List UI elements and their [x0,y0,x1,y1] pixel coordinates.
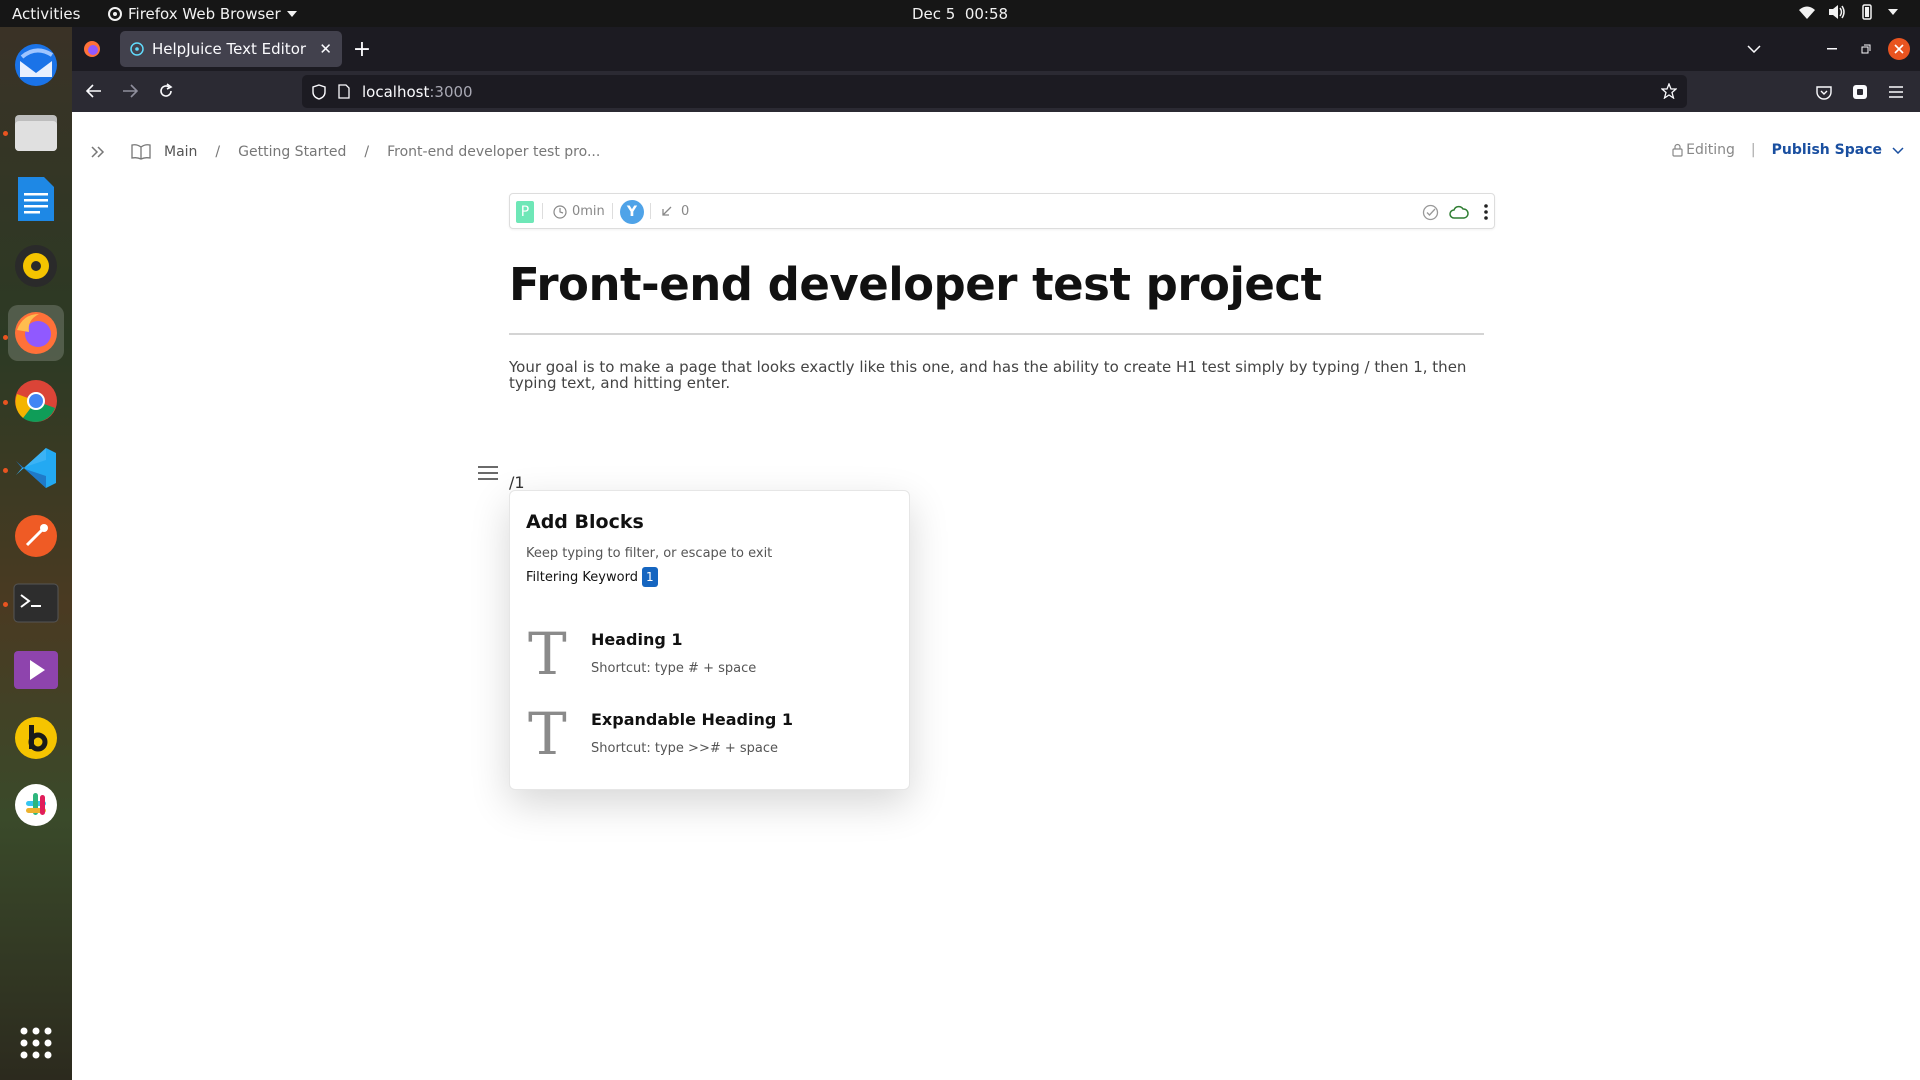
rhythmbox-icon[interactable] [8,238,64,294]
block-option-name: Expandable Heading 1 [591,710,794,729]
backlink-arrow-icon [660,204,674,218]
slack-icon[interactable] [8,777,64,833]
hamburger-menu-icon[interactable] [1886,82,1906,102]
chrome-icon[interactable] [8,373,64,429]
caret-down-icon [1888,9,1898,15]
filter-keyword-badge: 1 [641,567,658,587]
favicon-icon [130,42,144,56]
check-circle-icon[interactable] [1420,202,1440,222]
header-actions: Editing | Publish Space [1670,142,1904,158]
url-host: localhost [362,82,430,101]
nav-bar: localhost:3000 [72,71,1920,112]
clock-button[interactable]: Dec 5 00:58 [912,5,1008,23]
divider [650,203,651,219]
tab-strip: HelpJuice Text Editor ✕ + [72,27,1920,71]
block-option-expandable-heading-1[interactable]: T Expandable Heading 1 Shortcut: type >>… [520,704,900,770]
tab-title: HelpJuice Text Editor [152,40,307,58]
time: 00:58 [964,5,1009,23]
block-option-heading-1[interactable]: T Heading 1 Shortcut: type # + space [520,624,900,690]
breadcrumb-separator: / [215,144,221,160]
vscode-icon[interactable] [8,440,64,496]
actions-divider: | [1750,142,1756,158]
user-avatar[interactable]: Y [620,200,644,224]
editing-status[interactable]: Editing [1686,142,1735,158]
system-tray[interactable] [1799,4,1898,20]
cloud-synced-icon[interactable] [1448,202,1470,222]
add-blocks-menu: Add Blocks Keep typing to filter, or esc… [509,490,910,790]
divider [542,203,543,219]
list-tabs-icon[interactable] [1744,39,1764,59]
divider [612,203,613,219]
page-icon[interactable] [338,84,350,99]
close-window-icon[interactable] [1888,38,1910,60]
writer-icon[interactable] [8,171,64,227]
text-type-icon: T [528,700,567,768]
page-title[interactable]: Front-end developer test project [509,258,1322,311]
firefox-view-icon[interactable] [82,39,102,59]
filter-row: Filtering Keyword 1 [526,567,658,587]
activities-button[interactable]: Activities [12,5,80,23]
forward-icon[interactable] [120,81,140,101]
avatar[interactable]: P [516,201,534,223]
publish-space-button[interactable]: Publish Space [1772,142,1882,158]
url-port: :3000 [429,82,473,101]
drag-handle-icon[interactable] [478,465,498,485]
breadcrumb-current[interactable]: Front-end developer test pro... [387,144,600,160]
wifi-icon [1799,6,1815,19]
backlink-count: 0 [681,204,690,219]
caret-down-icon [286,11,297,17]
document-toolbar: P 0min Y 0 [509,193,1495,229]
book-icon [130,142,152,162]
bitwarden-icon[interactable] [8,710,64,766]
read-time: 0min [572,204,605,219]
pocket-icon[interactable] [1814,82,1834,102]
breadcrumb: Main / Getting Started / Front-end devel… [88,142,600,162]
breadcrumb-separator: / [364,144,370,160]
shield-icon[interactable] [312,83,326,100]
thunderbird-icon[interactable] [8,37,64,93]
breadcrumb-main[interactable]: Main [164,144,197,160]
chevron-down-icon[interactable] [1892,144,1904,156]
media-player-icon[interactable] [8,642,64,698]
terminal-icon[interactable] [8,575,64,631]
tab-helpjuice[interactable]: HelpJuice Text Editor ✕ [120,31,342,67]
bookmark-star-icon[interactable] [1661,83,1677,99]
volume-icon [1829,5,1845,19]
filter-label: Filtering Keyword [526,569,638,585]
date: Dec 5 [911,5,956,23]
breadcrumb-getting-started[interactable]: Getting Started [238,144,346,160]
battery-icon [1862,4,1872,20]
back-icon[interactable] [84,81,104,101]
app-name: Firefox Web Browser [128,5,281,23]
lock-icon [1670,142,1684,158]
app-menu[interactable]: Firefox Web Browser [108,5,297,23]
firefox-small-icon [108,7,122,21]
block-option-name: Heading 1 [591,630,683,649]
expand-sidebar-icon[interactable] [88,142,108,162]
add-blocks-hint: Keep typing to filter, or escape to exit [526,546,773,561]
close-tab-icon[interactable]: ✕ [319,40,332,58]
page-content: Main / Getting Started / Front-end devel… [72,112,1920,1080]
url-bar[interactable]: localhost:3000 [302,75,1687,108]
reload-icon[interactable] [156,81,176,101]
url-text: localhost:3000 [362,83,473,101]
system-top-bar: Activities Firefox Web Browser Dec 5 00:… [0,0,1920,27]
clock-icon [552,204,568,220]
minimize-icon[interactable] [1822,39,1842,59]
block-option-shortcut: Shortcut: type >># + space [591,741,779,756]
text-type-icon: T [528,620,567,688]
page-description[interactable]: Your goal is to make a page that looks e… [509,359,1494,391]
new-tab-icon[interactable]: + [352,37,372,62]
firefox-icon[interactable] [8,305,64,361]
app-grid-icon[interactable] [8,1015,64,1071]
restore-icon[interactable] [1856,39,1876,59]
block-option-shortcut: Shortcut: type # + space [591,661,757,676]
postman-icon[interactable] [8,508,64,564]
more-options-icon[interactable] [1480,202,1492,222]
title-divider [509,333,1484,335]
add-blocks-title: Add Blocks [526,511,644,533]
extension-icon[interactable] [1850,82,1870,102]
files-icon[interactable] [8,104,64,160]
dock [0,27,72,1080]
